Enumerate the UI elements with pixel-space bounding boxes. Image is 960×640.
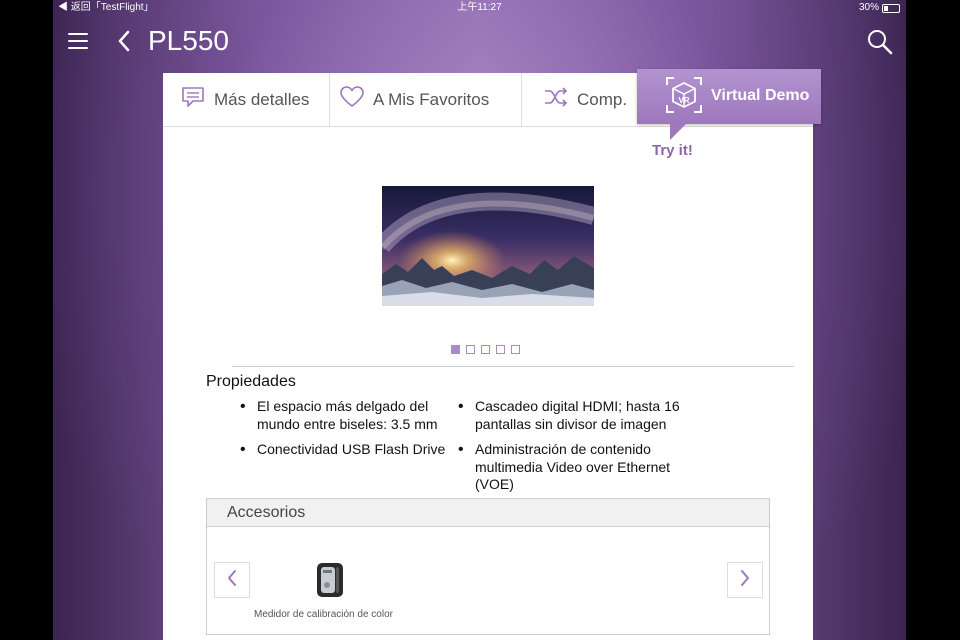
accessories-next-button[interactable] bbox=[727, 562, 763, 598]
shuffle-icon bbox=[544, 87, 568, 112]
tab-more-details[interactable]: Más detalles bbox=[163, 73, 330, 126]
properties-column-left: El espacio más delgado del mundo entre b… bbox=[240, 398, 450, 467]
colorimeter-image bbox=[312, 561, 348, 599]
battery-icon bbox=[882, 3, 900, 13]
accessories-title: Accesorios bbox=[207, 499, 769, 527]
carousel-dot[interactable] bbox=[466, 345, 475, 354]
tab-add-favorites[interactable]: A Mis Favoritos bbox=[330, 73, 522, 126]
property-item: Conectividad USB Flash Drive bbox=[240, 441, 450, 459]
properties-list: El espacio más delgado del mundo entre b… bbox=[240, 398, 700, 494]
virtual-demo-pointer bbox=[670, 124, 686, 140]
tab-add-favorites-label: A Mis Favoritos bbox=[373, 89, 490, 109]
vr-cube-icon: VR bbox=[665, 76, 703, 114]
virtual-demo-label: Virtual Demo bbox=[711, 87, 810, 104]
accessories-prev-button[interactable] bbox=[214, 562, 250, 598]
carousel-dot[interactable] bbox=[511, 345, 520, 354]
chevron-left-icon bbox=[225, 568, 239, 593]
heart-icon bbox=[340, 86, 364, 113]
back-icon[interactable] bbox=[115, 28, 135, 54]
top-navigation-bar: PL550 bbox=[53, 16, 906, 68]
tab-compare-label: Comp. bbox=[577, 89, 628, 109]
battery-percent: 30% bbox=[858, 2, 879, 13]
page-title: PL550 bbox=[148, 25, 229, 56]
virtual-demo-button[interactable]: VR Virtual Demo bbox=[637, 69, 821, 124]
property-item: Administración de contenido multimedia V… bbox=[458, 441, 683, 494]
status-bar: ◀ 返回「TestFlight」 上午11:27 30% bbox=[53, 0, 906, 16]
tab-compare[interactable]: Comp. bbox=[522, 73, 638, 126]
carousel-dot[interactable] bbox=[481, 345, 490, 354]
accessory-name: Medidor de calibración de color bbox=[254, 609, 393, 620]
product-image[interactable] bbox=[382, 186, 594, 306]
properties-title: Propiedades bbox=[206, 373, 296, 390]
properties-column-right: Cascadeo digital HDMI; hasta 16 pantalla… bbox=[458, 398, 683, 494]
carousel-dot[interactable] bbox=[496, 345, 505, 354]
accessories-panel: Accesorios Medidor de calibración de col… bbox=[206, 498, 770, 635]
carousel-indicator bbox=[451, 345, 520, 354]
search-icon[interactable] bbox=[866, 28, 894, 56]
carousel-dot[interactable] bbox=[451, 345, 460, 354]
vr-icon-text: VR bbox=[678, 96, 689, 105]
battery-status: 30% bbox=[859, 0, 900, 16]
chevron-right-icon bbox=[738, 568, 752, 593]
tab-more-details-label: Más detalles bbox=[214, 89, 310, 109]
message-icon bbox=[181, 86, 205, 113]
status-time: 上午11:27 bbox=[457, 2, 502, 13]
property-item: Cascadeo digital HDMI; hasta 16 pantalla… bbox=[458, 398, 683, 433]
section-divider bbox=[232, 366, 794, 367]
property-item: El espacio más delgado del mundo entre b… bbox=[240, 398, 450, 433]
try-it-hint: Try it! bbox=[652, 142, 693, 159]
menu-icon[interactable] bbox=[68, 33, 88, 49]
